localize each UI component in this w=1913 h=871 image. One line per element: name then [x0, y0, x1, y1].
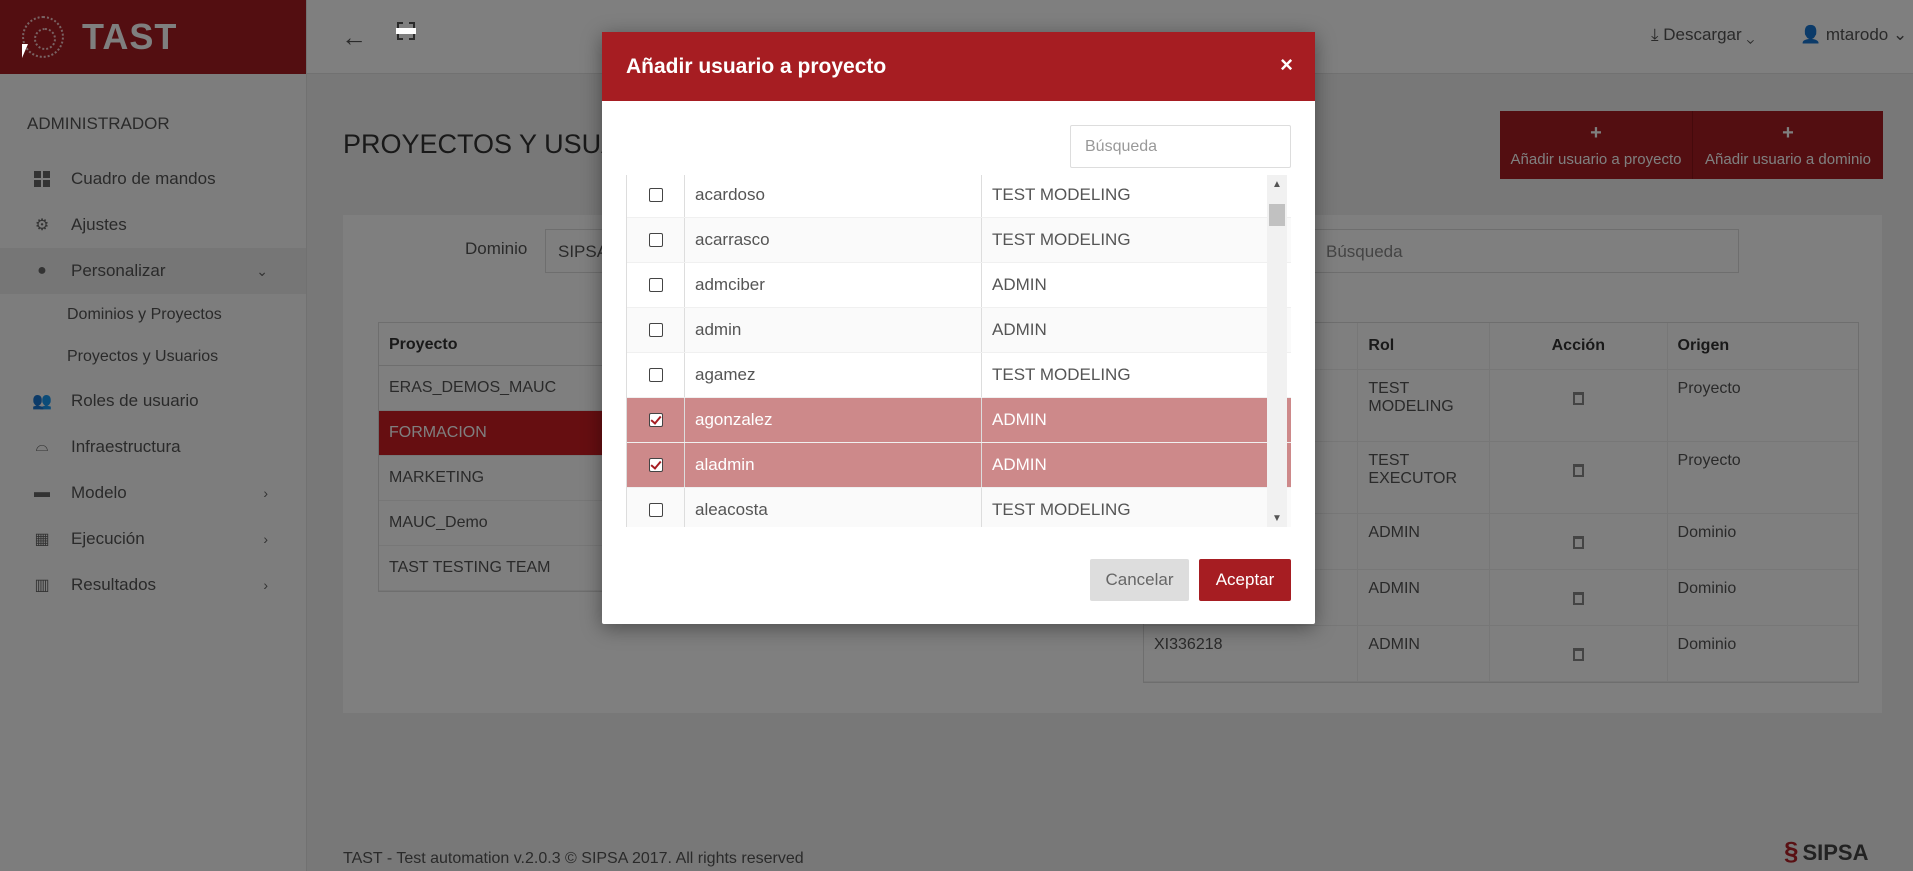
checkbox-cell [627, 353, 685, 397]
modal-header: Añadir usuario a proyecto × [602, 32, 1315, 101]
user-checkbox[interactable] [648, 503, 663, 517]
add-user-project-modal: Añadir usuario a proyecto × acardoso TEST… [602, 32, 1315, 624]
user-checkbox[interactable] [648, 278, 663, 292]
list-item[interactable]: aleacosta TEST MODELING [627, 488, 1291, 527]
mouse-cursor-icon [22, 44, 28, 58]
scroll-thumb[interactable] [1269, 204, 1285, 226]
list-item[interactable]: admciber ADMIN [627, 263, 1291, 308]
user-role-cell: TEST MODELING [992, 500, 1131, 519]
user-checkbox[interactable] [648, 458, 663, 472]
accept-button[interactable]: Aceptar [1199, 559, 1291, 601]
cancel-button[interactable]: Cancelar [1090, 559, 1189, 601]
list-item[interactable]: aladmin ADMIN [627, 443, 1291, 488]
checkbox-cell [627, 443, 685, 487]
scroll-up-icon[interactable]: ▲ [1267, 175, 1287, 193]
user-role-cell: ADMIN [992, 455, 1047, 474]
user-name-cell: acarrasco [685, 218, 982, 262]
user-checkbox[interactable] [648, 413, 663, 427]
list-scrollbar[interactable]: ▲ ▼ [1267, 175, 1287, 527]
scroll-down-icon[interactable]: ▼ [1267, 509, 1287, 527]
modal-title: Añadir usuario a proyecto [626, 54, 887, 78]
user-role-cell: ADMIN [992, 410, 1047, 429]
list-item[interactable]: agamez TEST MODELING [627, 353, 1291, 398]
list-item[interactable]: admin ADMIN [627, 308, 1291, 353]
user-name-cell: admciber [685, 263, 982, 307]
list-item[interactable]: agonzalez ADMIN [627, 398, 1291, 443]
list-item[interactable]: acardoso TEST MODELING [627, 175, 1291, 218]
checkbox-cell [627, 175, 685, 217]
user-role-cell: TEST MODELING [992, 230, 1131, 249]
checkbox-cell [627, 308, 685, 352]
user-checkbox[interactable] [648, 233, 663, 247]
checkbox-cell [627, 263, 685, 307]
list-item[interactable]: acarrasco TEST MODELING [627, 218, 1291, 263]
user-name-cell: agamez [685, 353, 982, 397]
user-name-cell: admin [685, 308, 982, 352]
user-role-cell: TEST MODELING [992, 185, 1131, 204]
user-role-cell: ADMIN [992, 275, 1047, 294]
user-list-rows: acardoso TEST MODELING acarrasco TEST MODEL… [627, 175, 1291, 527]
user-name-cell: aleacosta [685, 488, 982, 527]
user-name-cell: agonzalez [685, 398, 982, 442]
close-icon[interactable]: × [1280, 54, 1293, 76]
user-list: acardoso TEST MODELING acarrasco TEST MODEL… [626, 175, 1291, 527]
user-role-cell: TEST MODELING [992, 365, 1131, 384]
user-role-cell: ADMIN [992, 320, 1047, 339]
user-checkbox[interactable] [648, 188, 663, 202]
user-checkbox[interactable] [648, 368, 663, 382]
checkbox-cell [627, 218, 685, 262]
checkbox-cell [627, 488, 685, 527]
user-checkbox[interactable] [648, 323, 663, 337]
modal-search-input[interactable] [1070, 125, 1291, 168]
user-name-cell: acardoso [685, 175, 982, 217]
user-name-cell: aladmin [685, 443, 982, 487]
checkbox-cell [627, 398, 685, 442]
